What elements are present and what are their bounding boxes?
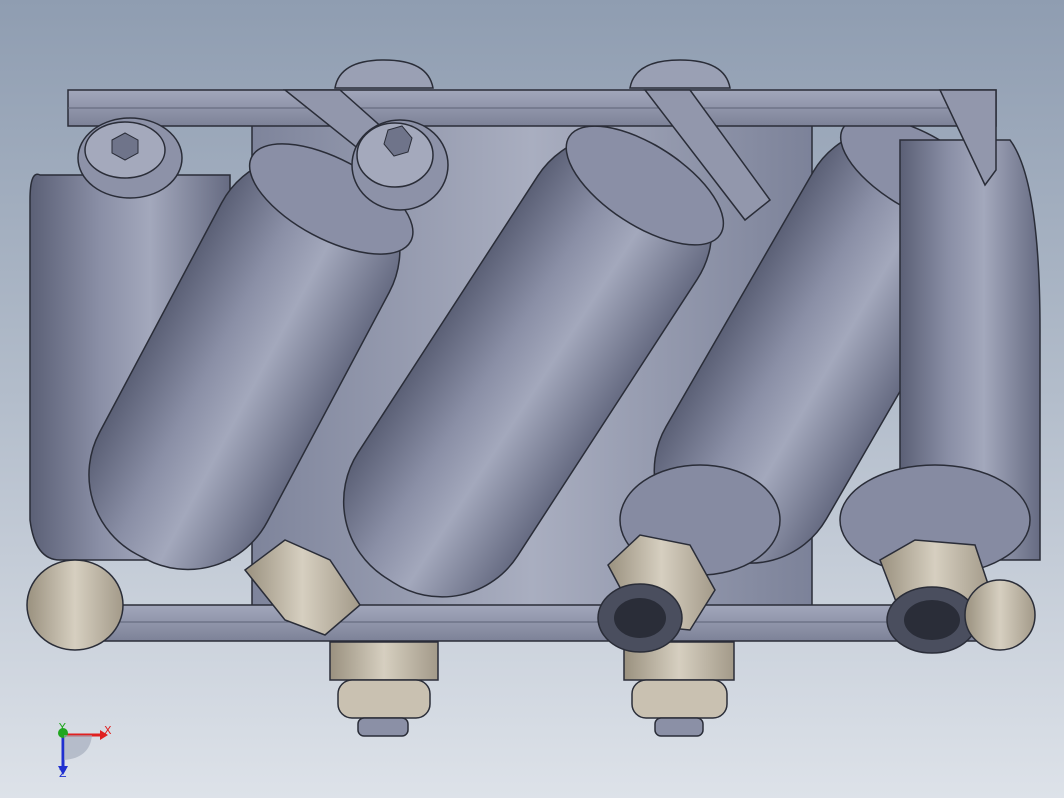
top-cap-bolt-right [629, 59, 731, 89]
top-cap-bolt-left [334, 59, 434, 89]
y-axis-label: Y [58, 721, 66, 734]
socket-bolt-top-left [77, 117, 183, 199]
cad-viewport[interactable]: X Y Z [0, 0, 1064, 798]
lock-nut-bottom-left [26, 559, 124, 651]
frame-bottom [99, 604, 1001, 642]
z-axis-label: Z [59, 767, 67, 780]
socket-bolt-top-mid [351, 119, 449, 211]
model-canvas[interactable]: X Y Z [0, 0, 1064, 798]
lock-nut-center-left [329, 641, 439, 737]
x-axis-label: X [104, 724, 112, 737]
orientation-triad: X Y Z [58, 721, 112, 780]
lock-nut-center-right [623, 641, 735, 737]
